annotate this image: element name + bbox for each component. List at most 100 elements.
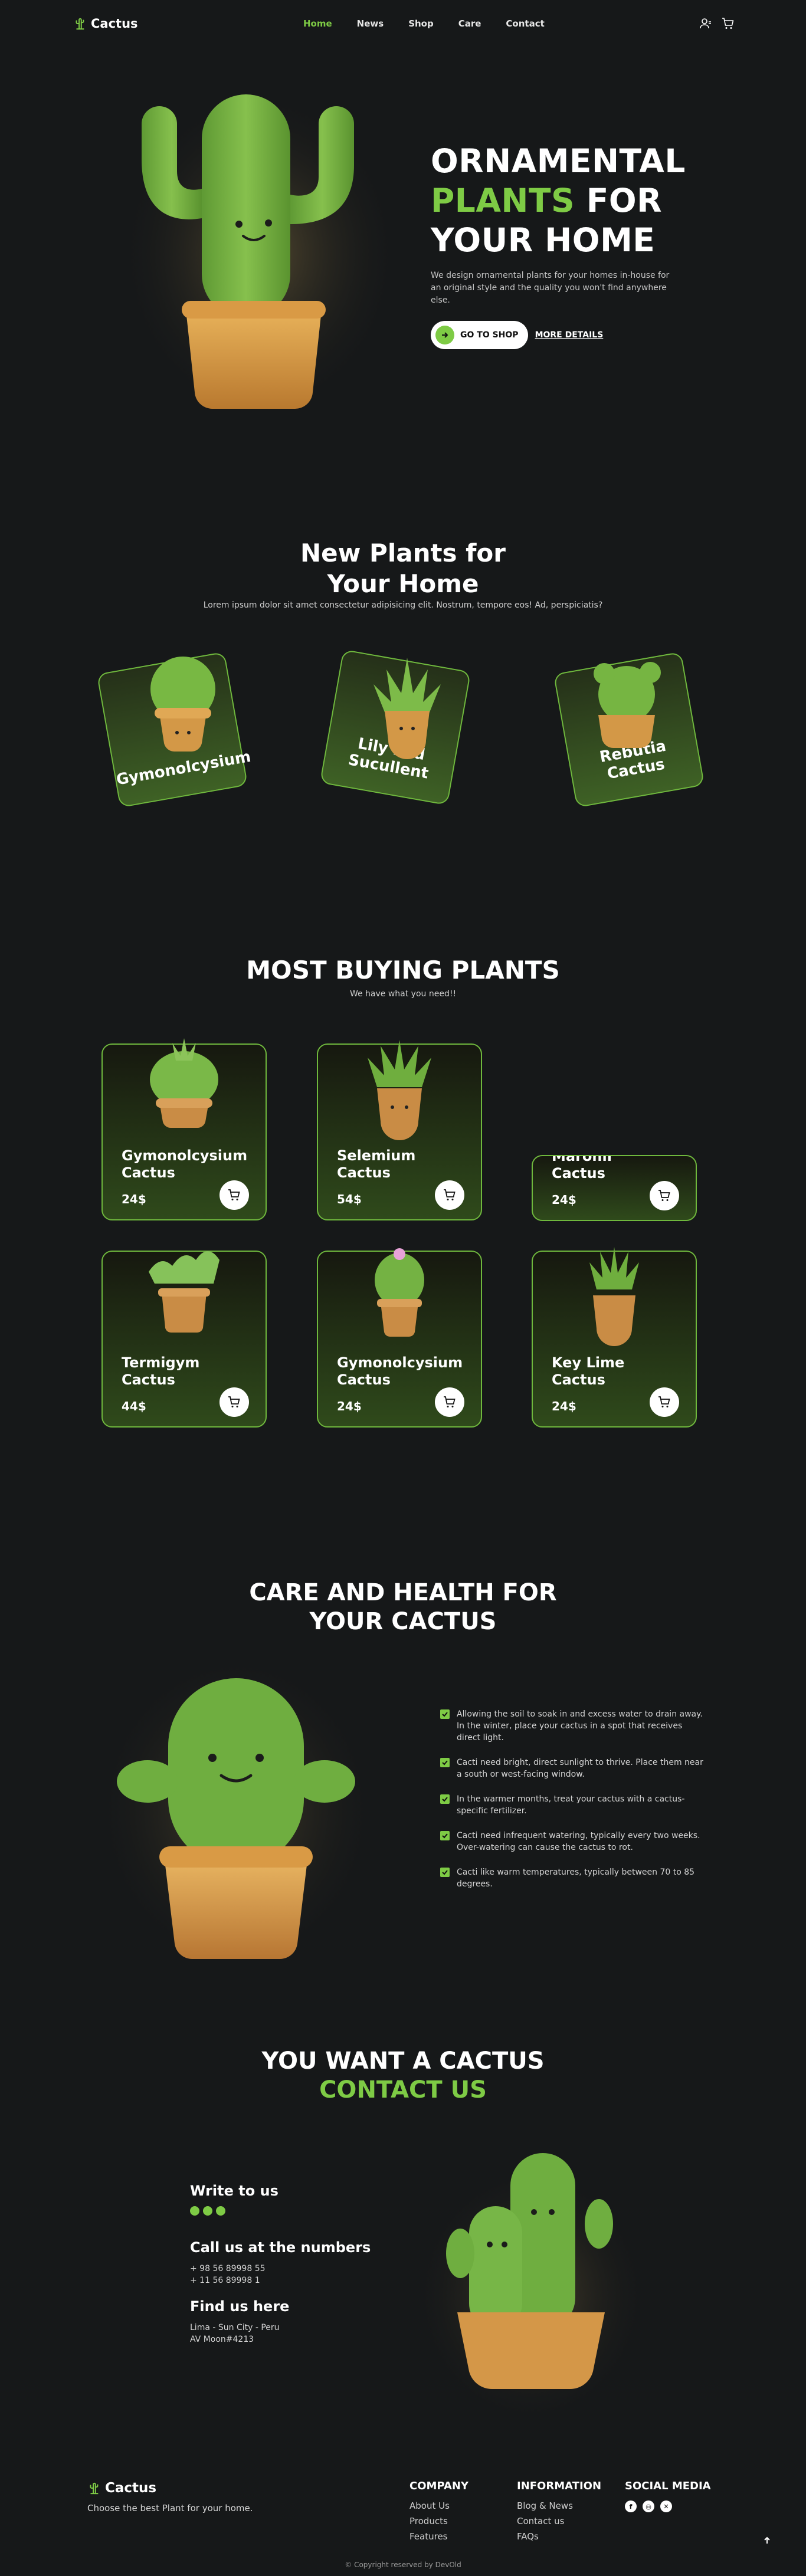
lily-pad-succulent-image [373,658,441,759]
care-title-line1: CARE AND HEALTH FOR [249,1579,557,1606]
product-price: 24$ [552,1193,576,1207]
termigym-product-image [149,1251,219,1333]
user-icon[interactable] [699,17,713,31]
contact-cactus-image [413,2153,649,2413]
add-to-cart-button[interactable] [435,1180,464,1210]
selemium-product-image [368,1040,431,1140]
messenger-icon[interactable] [203,2206,212,2216]
footer-company-column: COMPANY About Us Products Features [409,2480,468,2547]
go-to-shop-label: GO TO SHOP [460,330,519,340]
footer-link[interactable]: Features [409,2531,468,2542]
product-name-l2: Cactus [552,1165,605,1182]
cart-icon [658,1190,670,1201]
footer-link[interactable]: Contact us [517,2516,601,2526]
twitter-icon[interactable]: ✕ [660,2500,672,2512]
new-plants-title: New Plants for Your Home [0,538,806,599]
footer-logo[interactable]: Cactus [87,2480,156,2496]
main-nav: Home News Shop Care Contact [303,18,545,29]
footer-information-column: INFORMATION Blog & News Contact us FAQs [517,2480,601,2547]
checkbox-icon [440,1831,450,1840]
gymnocalycium-plant-image [150,657,215,752]
product-name-l2: Cactus [337,1164,391,1181]
hero-title-line1: ORNAMENTAL [431,142,686,180]
footer-tagline: Choose the best Plant for your home. [87,2503,253,2513]
add-to-cart-button[interactable] [650,1387,679,1417]
checkbox-icon [440,1794,450,1804]
find-us-heading: Find us here [190,2298,290,2315]
product-name-l1: Gymonolcysium [337,1354,463,1371]
page: Cactus Home News Shop Care Contact ORNAM… [0,0,806,2576]
more-details-link[interactable]: MORE DETAILS [535,330,604,340]
checkbox-icon [440,1709,450,1719]
cactus-logo-icon [90,2482,99,2495]
checkbox-icon [440,1868,450,1877]
add-to-cart-button[interactable] [219,1387,249,1417]
logo[interactable]: Cactus [73,17,138,31]
whatsapp-icon[interactable] [190,2206,199,2216]
product-name-l2: Cactus [122,1164,175,1181]
footer-link[interactable]: Products [409,2516,468,2526]
product-price: 44$ [122,1399,146,1413]
product-name: Key Lime Cactus [552,1354,624,1389]
phone-number[interactable]: + 98 56 89998 55 [190,2263,402,2275]
care-tip-text: Cacti like warm temperatures, typically … [457,1868,695,1889]
email-icon[interactable] [216,2206,225,2216]
key-lime-product-image [589,1247,639,1346]
add-to-cart-button[interactable] [650,1181,679,1210]
cart-icon[interactable] [721,17,735,31]
phone-number[interactable]: + 11 56 89998 1 [190,2275,402,2286]
contact-title: YOU WANT A CACTUS CONTACT US [0,2047,806,2105]
footer-link[interactable]: FAQs [517,2531,601,2542]
product-price: 24$ [122,1192,146,1206]
product-name-l2: Cactus [122,1371,175,1388]
facebook-icon[interactable]: f [625,2500,637,2512]
cactus-logo-icon [76,18,84,30]
product-price: 24$ [552,1399,576,1413]
add-to-cart-button[interactable] [219,1180,249,1210]
add-to-cart-button[interactable] [435,1387,464,1417]
footer-logo-text: Cactus [105,2480,157,2496]
product-name-l1: Termigym [122,1354,200,1371]
nav-news[interactable]: News [357,18,384,29]
product-name: Termigym Cactus [122,1354,199,1389]
nav-home[interactable]: Home [303,18,332,29]
call-us-heading: Call us at the numbers [190,2239,371,2256]
social-icons: f ◎ ✕ [625,2500,711,2512]
gymnocalycium-flower-product-image [375,1248,424,1337]
nav-contact[interactable]: Contact [506,18,544,29]
address-line: AV Moon#4213 [190,2335,254,2344]
back-to-top-button[interactable] [758,2531,776,2550]
hero-buttons: GO TO SHOP MORE DETAILS [431,321,714,349]
care-tip-text: Allowing the soil to soak in and excess … [457,1709,703,1743]
product-name-l1: Key Lime [552,1354,625,1371]
footer-information-heading: INFORMATION [517,2480,602,2492]
care-title-line2: YOUR CACTUS [309,1608,497,1635]
care-tip-text: Cacti need infrequent watering, typicall… [457,1831,700,1852]
cart-icon [658,1396,670,1407]
contact-info: Write to us Call us at the numbers + 98 … [190,2183,402,2345]
product-name: Gymonolcysium Cactus [337,1354,463,1389]
header: Cactus Home News Shop Care Contact [0,0,806,50]
contact-title-line1: YOU WANT A CACTUS [261,2047,545,2075]
cart-icon [228,1396,240,1407]
most-buying-title: MOST BUYING PLANTS [246,956,560,985]
product-card[interactable]: Maronii Cactus 24$ [532,1155,697,1221]
new-plants-title-line1: New Plants for [300,539,506,567]
rebutia-cactus-image [594,662,661,749]
cart-icon [444,1189,456,1200]
address-line: Lima - Sun City - Peru [190,2323,280,2332]
header-icons [699,17,735,31]
care-tip-text: Cacti need bright, direct sunlight to th… [457,1758,703,1779]
go-to-shop-button[interactable]: GO TO SHOP [431,321,528,349]
product-name-l1: Selemium [337,1147,416,1164]
care-title: CARE AND HEALTH FOR YOUR CACTUS [0,1579,806,1636]
nav-care[interactable]: Care [458,18,481,29]
footer-link[interactable]: Blog & News [517,2500,601,2511]
arrow-right-icon [435,326,454,344]
care-tip: Allowing the soil to soak in and excess … [440,1708,706,1744]
hero-title-green: PLANTS [431,182,575,219]
instagram-icon[interactable]: ◎ [643,2500,654,2512]
product-name-l2: Cactus [337,1371,391,1388]
footer-link[interactable]: About Us [409,2500,468,2511]
nav-shop[interactable]: Shop [408,18,434,29]
